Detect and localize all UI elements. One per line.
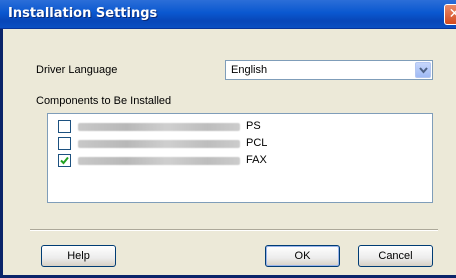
driver-language-value: English bbox=[231, 64, 268, 76]
checkmark-icon bbox=[60, 156, 69, 165]
component-suffix-pcl: PCL bbox=[246, 137, 268, 149]
blurred-driver-name bbox=[78, 157, 240, 165]
ps-checkbox[interactable] bbox=[58, 120, 71, 133]
driver-language-select[interactable]: English bbox=[225, 60, 433, 80]
ok-button[interactable]: OK bbox=[265, 245, 340, 267]
title-bar[interactable]: Installation Settings ✕ bbox=[0, 0, 456, 29]
blurred-driver-name bbox=[78, 140, 240, 148]
chevron-down-icon bbox=[419, 67, 428, 74]
dropdown-button[interactable] bbox=[415, 62, 431, 78]
help-button[interactable]: Help bbox=[41, 245, 116, 267]
fax-checkbox[interactable] bbox=[58, 154, 71, 167]
component-suffix-ps: PS bbox=[246, 120, 261, 132]
driver-language-label: Driver Language bbox=[36, 64, 118, 76]
dialog-title: Installation Settings bbox=[8, 6, 158, 21]
installation-settings-dialog: Installation Settings ✕ Driver Language … bbox=[0, 0, 456, 278]
component-suffix-fax: FAX bbox=[246, 154, 267, 166]
components-list[interactable]: PS PCL FAX bbox=[47, 113, 433, 203]
components-label: Components to Be Installed bbox=[36, 95, 172, 107]
divider bbox=[30, 229, 438, 231]
close-icon: ✕ bbox=[448, 6, 456, 22]
pcl-checkbox[interactable] bbox=[58, 137, 71, 150]
blurred-driver-name bbox=[78, 123, 240, 131]
close-button[interactable]: ✕ bbox=[444, 4, 456, 25]
cancel-button[interactable]: Cancel bbox=[358, 245, 433, 267]
